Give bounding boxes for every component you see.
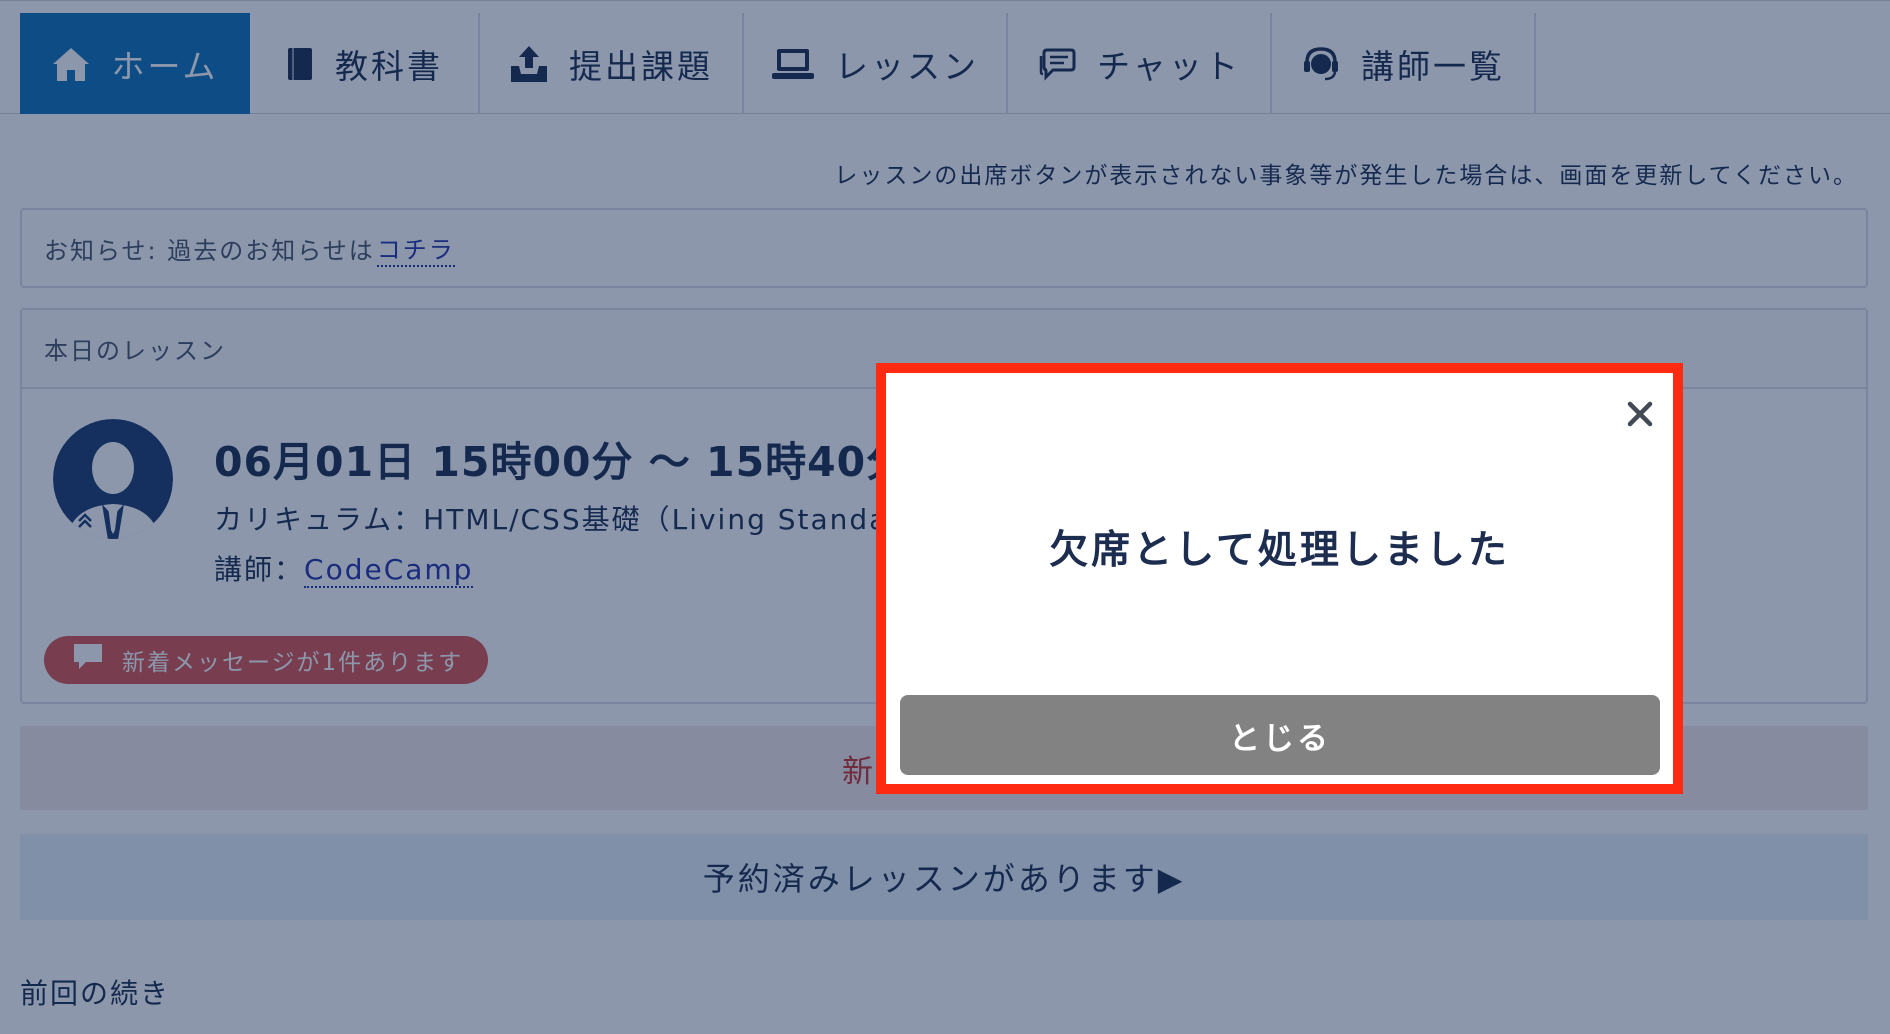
close-icon[interactable] xyxy=(1621,395,1659,433)
absence-dialog: 欠席として処理しました とじる xyxy=(876,363,1683,794)
dialog-message: 欠席として処理しました xyxy=(1049,528,1510,573)
dialog-close-button[interactable]: とじる xyxy=(900,695,1660,775)
